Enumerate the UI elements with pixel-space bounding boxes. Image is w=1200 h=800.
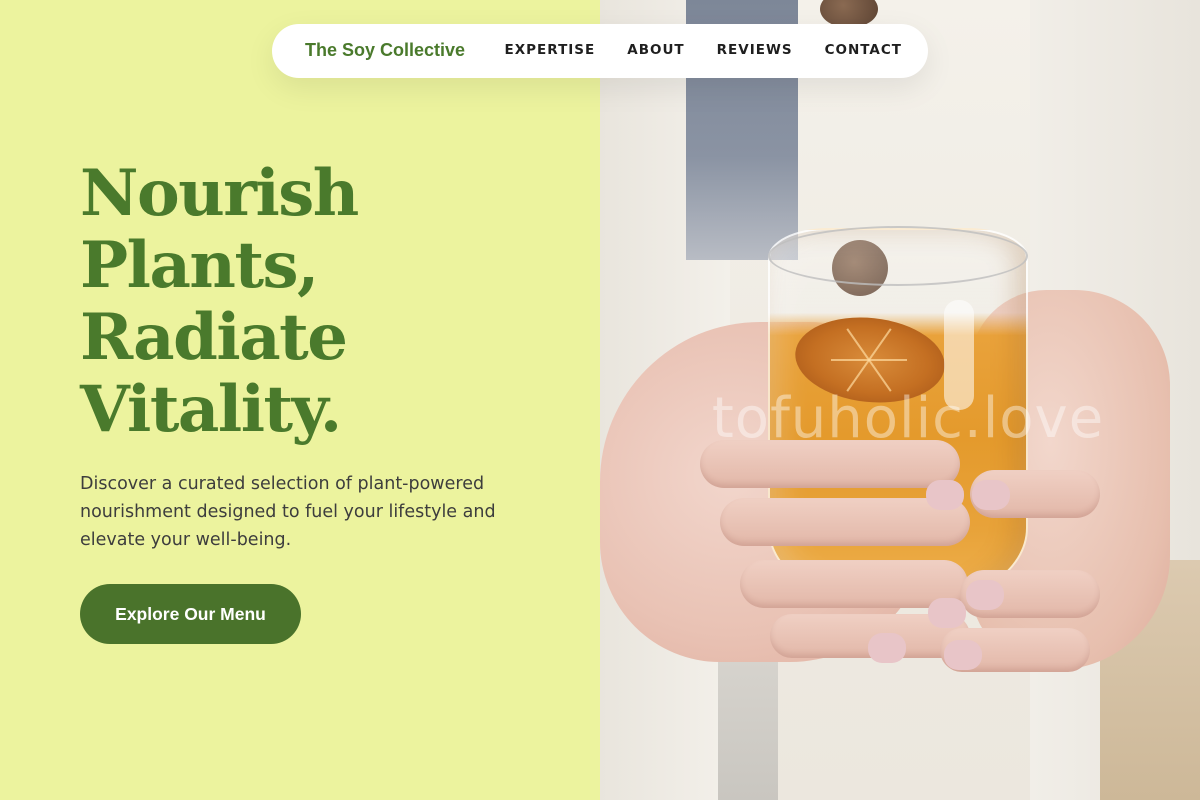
glass-rim bbox=[768, 226, 1028, 286]
headline-line: Plants, bbox=[80, 228, 319, 303]
explore-menu-button[interactable]: Explore Our Menu bbox=[80, 584, 301, 644]
fingernail bbox=[928, 598, 966, 628]
hero-headline: Nourish Plants, Radiate Vitality. bbox=[80, 158, 560, 446]
nav-link-reviews[interactable]: REVIEWS bbox=[717, 42, 793, 58]
nav-link-contact[interactable]: CONTACT bbox=[825, 42, 902, 58]
nav-link-expertise[interactable]: EXPERTISE bbox=[505, 42, 596, 58]
headline-line: Vitality. bbox=[80, 372, 342, 447]
photo-watermark: tofuholic.love bbox=[711, 386, 1105, 451]
fingernail bbox=[944, 640, 982, 670]
nav-link-about[interactable]: ABOUT bbox=[627, 42, 684, 58]
brand-logo[interactable]: The Soy Collective bbox=[305, 40, 465, 61]
hero-photo: tofuholic.love bbox=[600, 0, 1200, 800]
hero-description: Discover a curated selection of plant-po… bbox=[80, 474, 496, 550]
orange-segment-line bbox=[831, 359, 907, 361]
fingernail bbox=[926, 480, 964, 510]
top-navigation: The Soy Collective EXPERTISE ABOUT REVIE… bbox=[272, 24, 928, 78]
fingernail bbox=[972, 480, 1010, 510]
nav-links: EXPERTISE ABOUT REVIEWS CONTACT bbox=[505, 42, 902, 58]
fingernail bbox=[868, 633, 906, 663]
fingernail bbox=[966, 580, 1004, 610]
cardigan-placket-lower bbox=[718, 640, 778, 800]
headline-line: Radiate bbox=[80, 300, 348, 375]
headline-line: Nourish bbox=[80, 156, 359, 231]
